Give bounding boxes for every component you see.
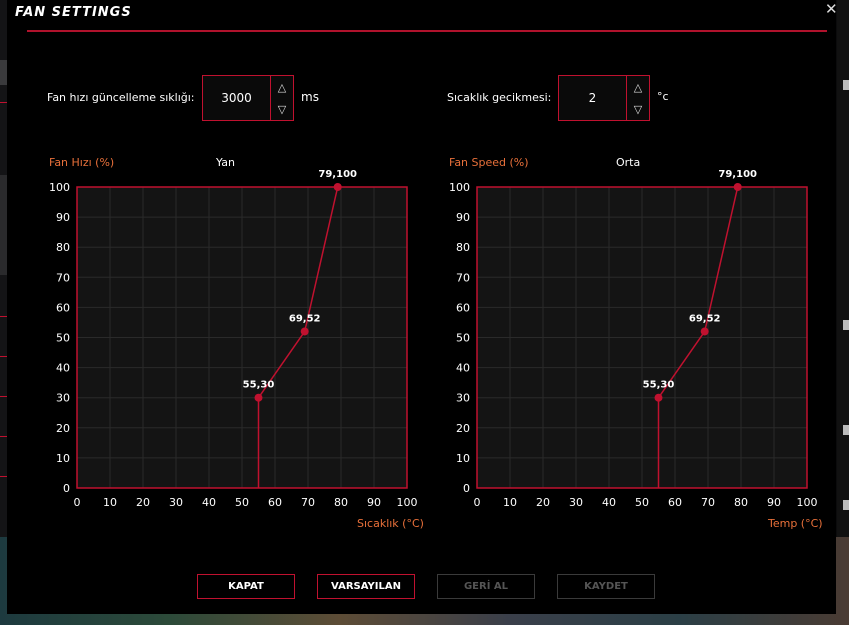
x-tick-label: 100: [797, 496, 818, 509]
update-frequency-label: Fan hızı güncelleme sıklığı:: [47, 91, 195, 104]
y-tick-label: 40: [56, 362, 70, 375]
decrement-arrow-icon[interactable]: ▽: [271, 98, 293, 120]
temperature-delay-label: Sıcaklık gecikmesi:: [447, 91, 552, 104]
y-tick-label: 100: [49, 181, 70, 194]
y-tick-label: 100: [449, 181, 470, 194]
background-right-edge: [837, 0, 849, 625]
chart-title: Orta: [616, 156, 641, 169]
chart-svg: 0 10 20 30 40 50 60 70 80 90 100 0 10 20 30 40 50 60 70 80 9…: [49, 169, 418, 509]
y-tick-label: 70: [56, 271, 70, 284]
x-tick-label: 60: [268, 496, 282, 509]
temperature-delay-stepper[interactable]: 2 △ ▽: [558, 75, 650, 121]
update-frequency-unit: ms: [301, 90, 319, 104]
x-tick-label: 50: [635, 496, 649, 509]
increment-arrow-icon[interactable]: △: [271, 76, 293, 98]
fan-settings-dialog: FAN SETTINGS ✕ Fan hızı güncelleme sıklı…: [7, 0, 838, 614]
fan-curve-chart-side[interactable]: 0 10 20 30 40 50 60 70 80 90 100 0 10 20 30 40 50 60 70 80 9…: [49, 169, 418, 509]
fan-curve-chart-middle[interactable]: 0 10 20 30 40 50 60 70 80 90 100 0 10 20 30 40 50 60 70 80 9…: [449, 169, 818, 509]
x-tick-label: 10: [103, 496, 117, 509]
decrement-arrow-icon[interactable]: ▽: [627, 98, 649, 120]
y-tick-label: 60: [56, 301, 70, 314]
y-tick-label: 20: [56, 422, 70, 435]
y-tick-label: 20: [456, 422, 470, 435]
y-tick-label: 0: [463, 482, 470, 495]
chart-y-axis-label: Fan Hızı (%): [49, 156, 115, 169]
save-button[interactable]: KAYDET: [557, 574, 655, 599]
update-frequency-stepper[interactable]: 3000 △ ▽: [202, 75, 294, 121]
background-mark: [843, 500, 849, 510]
background-mark: [843, 80, 849, 90]
chart-svg: 0 10 20 30 40 50 60 70 80 90 100 0 10 20 30 40 50 60 70 80 9…: [449, 169, 818, 509]
y-tick-label: 60: [456, 301, 470, 314]
x-tick-label: 50: [235, 496, 249, 509]
x-tick-label: 90: [767, 496, 781, 509]
chart-x-axis-label: Sıcaklık (°C): [357, 517, 424, 530]
x-tick-label: 20: [536, 496, 550, 509]
curve-point[interactable]: [254, 393, 263, 402]
y-tick-label: 80: [56, 241, 70, 254]
y-tick-label: 80: [456, 241, 470, 254]
x-tick-label: 10: [503, 496, 517, 509]
y-tick-label: 50: [56, 332, 70, 345]
title-divider: [27, 30, 827, 32]
y-tick-label: 90: [56, 211, 70, 224]
curve-point[interactable]: [654, 393, 663, 402]
x-tick-label: 100: [397, 496, 418, 509]
temperature-delay-value[interactable]: 2: [559, 76, 626, 120]
x-tick-label: 60: [668, 496, 682, 509]
background-mark: [843, 425, 849, 435]
point-label: 79,100: [718, 169, 757, 180]
point-label: 69,52: [689, 313, 721, 324]
y-tick-label: 0: [63, 482, 70, 495]
point-label: 79,100: [318, 169, 357, 180]
point-label: 55,30: [243, 380, 275, 391]
curve-point[interactable]: [300, 327, 309, 336]
temperature-delay-unit: °c: [657, 90, 669, 103]
chart-x-axis-label: Temp (°C): [768, 517, 823, 530]
chart-title: Yan: [216, 156, 235, 169]
y-tick-label: 40: [456, 362, 470, 375]
x-tick-label: 30: [569, 496, 583, 509]
background-mark: [843, 320, 849, 330]
update-frequency-value[interactable]: 3000: [203, 76, 270, 120]
y-tick-label: 30: [456, 392, 470, 405]
x-tick-label: 30: [169, 496, 183, 509]
x-tick-label: 20: [136, 496, 150, 509]
y-tick-label: 10: [56, 452, 70, 465]
x-tick-label: 40: [602, 496, 616, 509]
close-icon[interactable]: ✕: [825, 0, 838, 18]
curve-point[interactable]: [700, 327, 709, 336]
x-tick-label: 70: [301, 496, 315, 509]
curve-point[interactable]: [733, 183, 742, 191]
defaults-button[interactable]: VARSAYILAN: [317, 574, 415, 599]
chart-y-axis-label: Fan Speed (%): [449, 156, 529, 169]
y-tick-label: 70: [456, 271, 470, 284]
undo-button[interactable]: GERİ AL: [437, 574, 535, 599]
y-tick-label: 90: [456, 211, 470, 224]
point-label: 69,52: [289, 313, 321, 324]
y-tick-label: 10: [456, 452, 470, 465]
y-tick-label: 30: [56, 392, 70, 405]
x-tick-label: 70: [701, 496, 715, 509]
y-tick-label: 50: [456, 332, 470, 345]
point-label: 55,30: [643, 380, 675, 391]
x-tick-label: 80: [734, 496, 748, 509]
x-tick-label: 0: [74, 496, 81, 509]
x-tick-label: 0: [474, 496, 481, 509]
x-tick-label: 40: [202, 496, 216, 509]
x-tick-label: 90: [367, 496, 381, 509]
close-button[interactable]: KAPAT: [197, 574, 295, 599]
curve-point[interactable]: [333, 183, 342, 191]
increment-arrow-icon[interactable]: △: [627, 76, 649, 98]
dialog-title: FAN SETTINGS: [15, 5, 132, 20]
x-tick-label: 80: [334, 496, 348, 509]
